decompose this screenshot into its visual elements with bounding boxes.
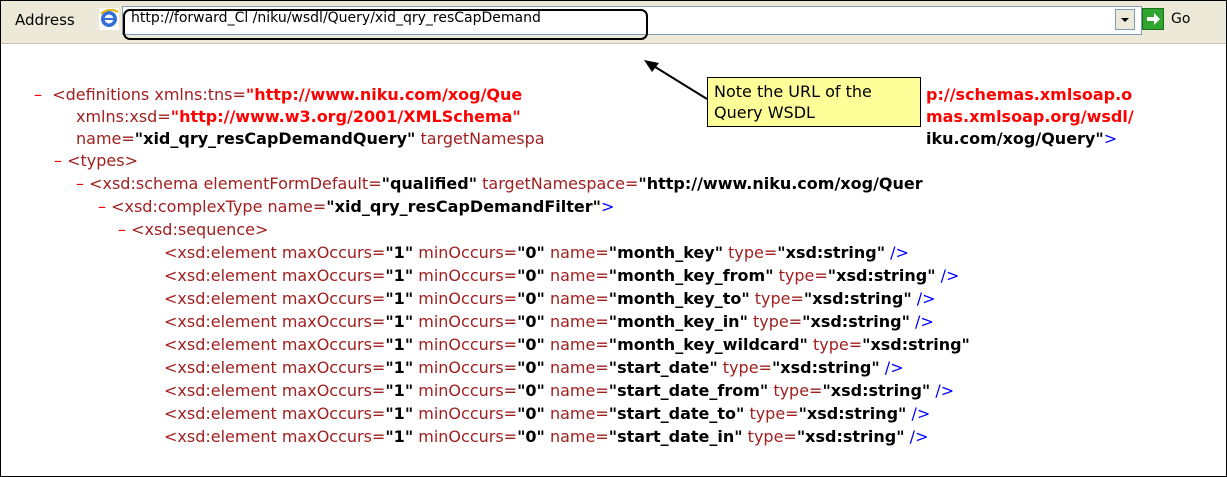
xml-element-row: <xsd:element maxOccurs="1" minOccurs="0"… xyxy=(164,335,970,354)
url-highlight-box xyxy=(123,9,648,40)
xml-line-definitions-2: xmlns:xsd="http://www.w3.org/2001/XMLSch… xyxy=(76,107,521,126)
callout-note: Note the URL of the Query WSDL xyxy=(707,77,921,127)
browser-window: Address http://forward_Cl /niku/wsdl/Que… xyxy=(0,0,1227,477)
callout-line: Query WSDL xyxy=(714,103,815,122)
url-dropdown-button[interactable] xyxy=(1115,9,1135,30)
xml-element-row: <xsd:element maxOccurs="1" minOccurs="0"… xyxy=(164,312,934,331)
xml-line-definitions: – <definitions xmlns:tns="http://www.nik… xyxy=(34,85,523,104)
xml-line-types: – <types> xyxy=(54,151,138,170)
address-label: Address xyxy=(15,11,75,29)
xml-line-sequence: – <xsd:sequence> xyxy=(118,220,269,239)
xml-element-row: <xsd:element maxOccurs="1" minOccurs="0"… xyxy=(164,404,931,423)
xml-element-row: <xsd:element maxOccurs="1" minOccurs="0"… xyxy=(164,358,904,377)
xml-element-row: <xsd:element maxOccurs="1" minOccurs="0"… xyxy=(164,243,909,262)
xml-line-definitions-tail: p://schemas.xmlsoap.o xyxy=(926,85,1133,104)
xml-element-row: <xsd:element maxOccurs="1" minOccurs="0"… xyxy=(164,289,936,308)
xml-line-definitions-2-tail: mas.xmlsoap.org/wsdl/ xyxy=(926,107,1134,126)
xml-element-row: <xsd:element maxOccurs="1" minOccurs="0"… xyxy=(164,427,929,446)
go-label: Go xyxy=(1171,11,1191,27)
address-bar: Address http://forward_Cl /niku/wsdl/Que… xyxy=(1,1,1226,44)
internet-explorer-icon xyxy=(99,8,119,30)
collapse-toggle[interactable]: – xyxy=(98,197,106,216)
xml-tag: <definitions xyxy=(52,85,150,104)
collapse-toggle[interactable]: – xyxy=(118,220,126,239)
xml-line-complextype: – <xsd:complexType name="xid_qry_resCapD… xyxy=(98,197,615,216)
xml-document: – <definitions xmlns:tns="http://www.nik… xyxy=(1,44,1226,476)
callout-line: Note the URL of the xyxy=(714,82,872,101)
xml-line-definitions-3-tail: iku.com/xog/Query"> xyxy=(926,129,1118,148)
collapse-toggle[interactable]: – xyxy=(76,174,84,193)
collapse-toggle[interactable]: – xyxy=(54,151,62,170)
xml-line-definitions-3: name="xid_qry_resCapDemandQuery" targetN… xyxy=(76,129,545,148)
xml-element-row: <xsd:element maxOccurs="1" minOccurs="0"… xyxy=(164,381,955,400)
collapse-toggle[interactable]: – xyxy=(34,85,42,104)
go-arrow-icon xyxy=(1142,8,1164,30)
go-button[interactable]: Go xyxy=(1142,7,1222,33)
chevron-down-icon xyxy=(1121,18,1129,22)
xml-element-row: <xsd:element maxOccurs="1" minOccurs="0"… xyxy=(164,266,960,285)
xml-line-schema: – <xsd:schema elementFormDefault="qualif… xyxy=(76,174,923,193)
